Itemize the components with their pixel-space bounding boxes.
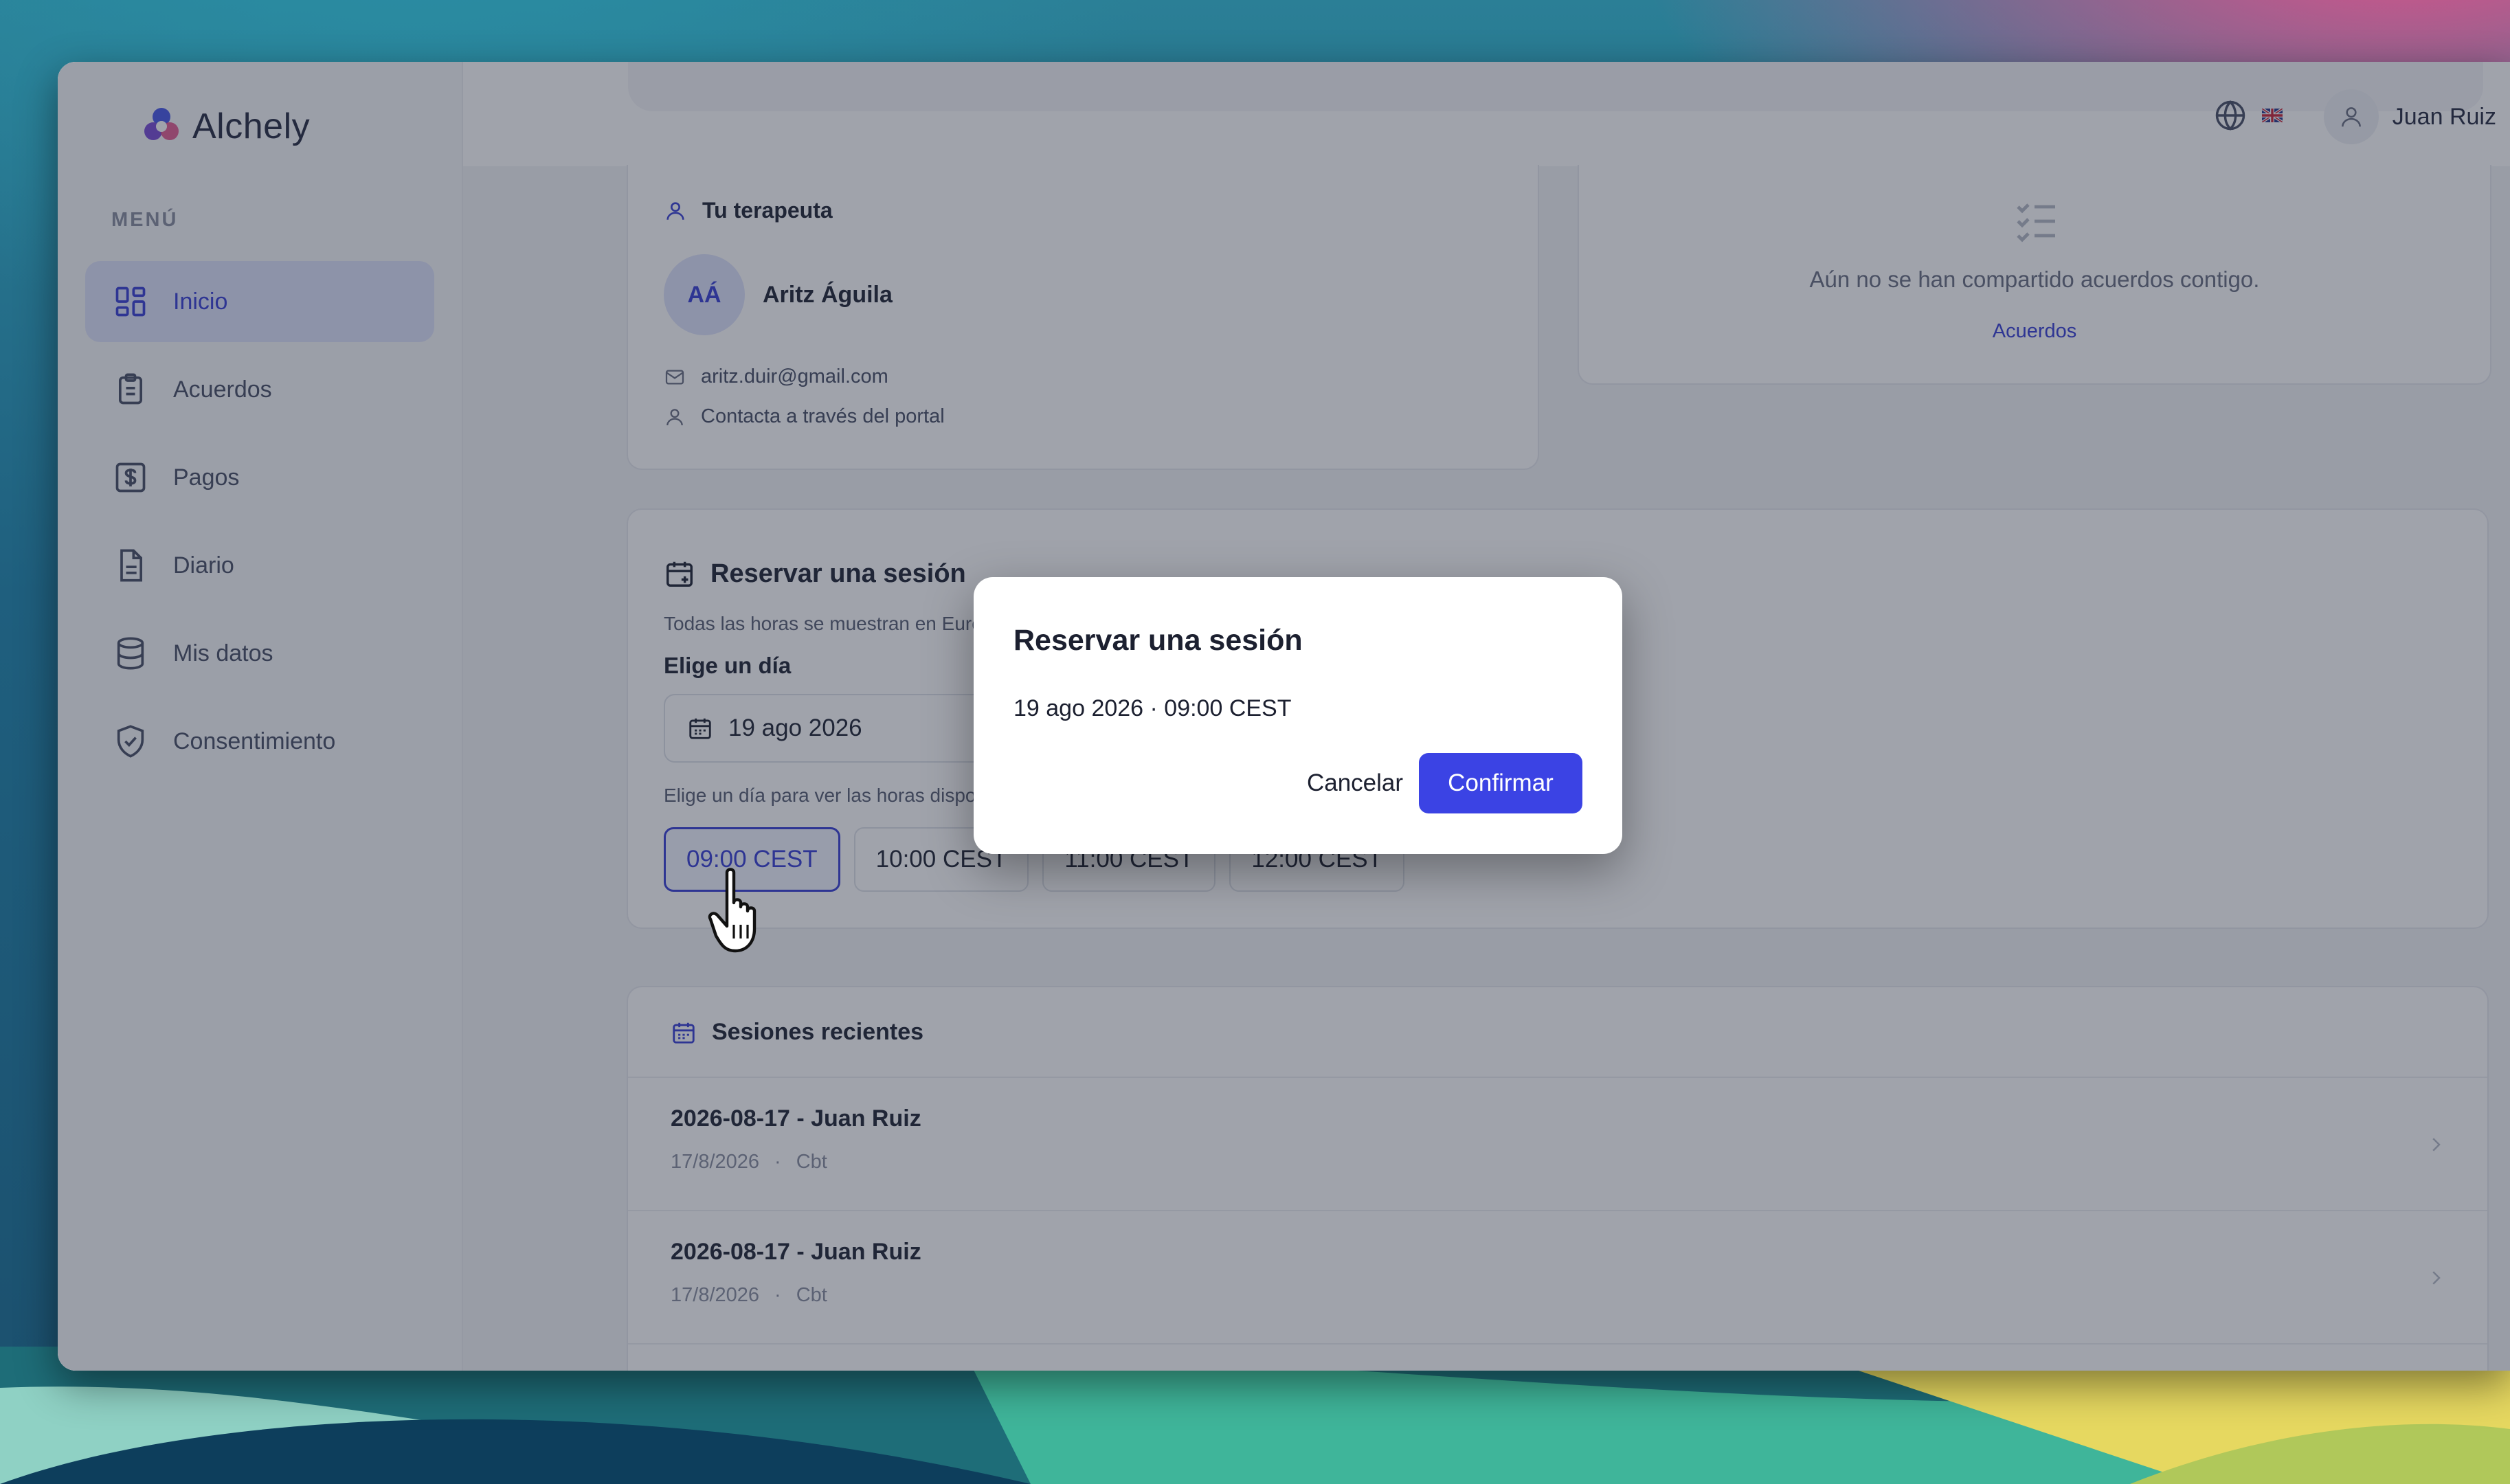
confirm-button[interactable]: Confirmar: [1419, 753, 1582, 813]
hand-cursor-icon: [708, 864, 776, 964]
dialog-detail: 19 ago 2026 · 09:00 CEST: [1013, 695, 1292, 721]
cancel-button[interactable]: Cancelar: [1276, 753, 1434, 813]
confirm-booking-dialog: Reservar una sesión 19 ago 2026 · 09:00 …: [974, 577, 1622, 854]
dialog-title: Reservar una sesión: [1013, 624, 1303, 657]
